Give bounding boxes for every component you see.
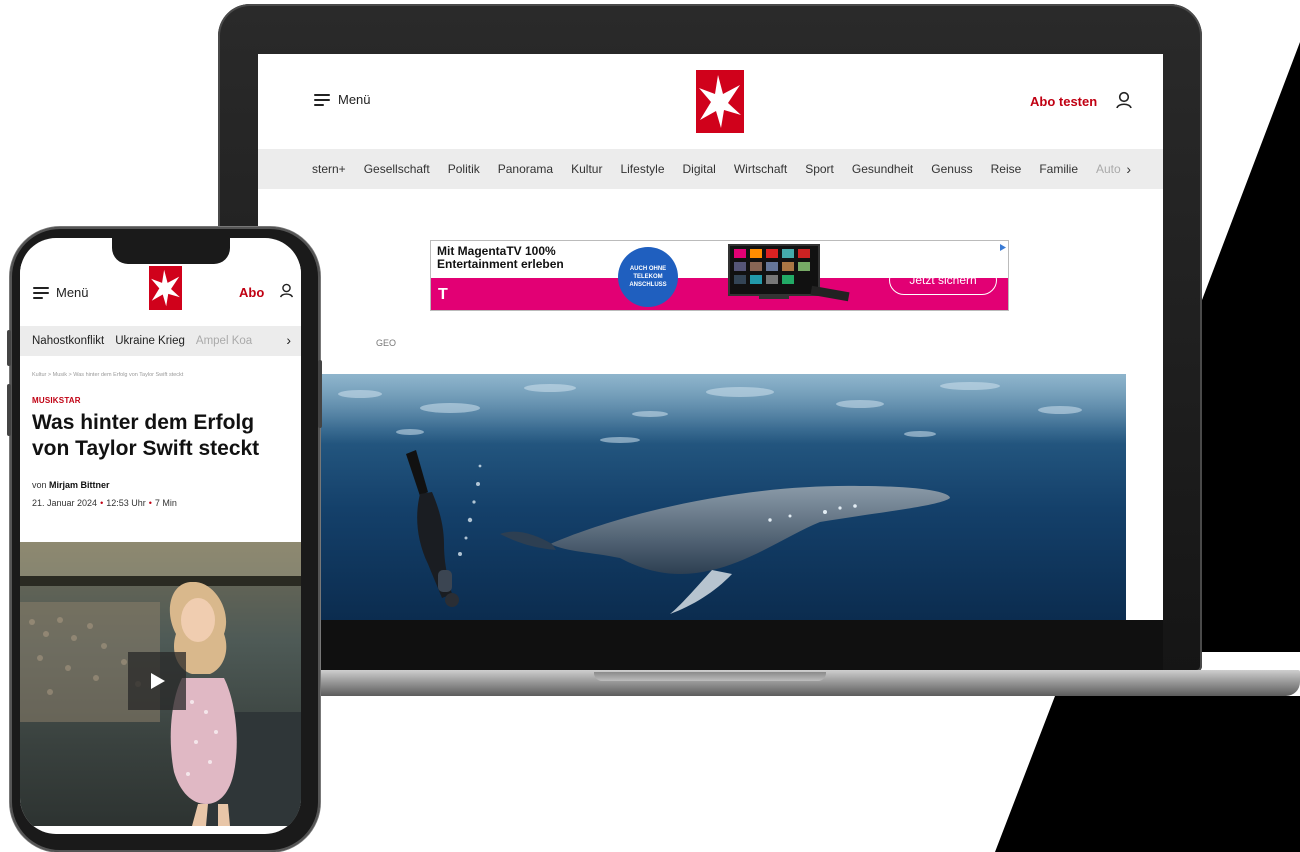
article-time: 12:53 Uhr (106, 498, 146, 508)
chevron-right-icon[interactable]: › (286, 332, 291, 348)
stern-logo[interactable] (149, 266, 182, 310)
ad-badge-line3: ANSCHLUSS (629, 282, 667, 288)
nav-item-panorama[interactable]: Panorama (498, 162, 553, 176)
play-button[interactable] (128, 652, 186, 710)
ad-badge: AUCH OHNE TELEKOM ANSCHLUSS (618, 247, 678, 307)
meta-separator: • (148, 498, 152, 508)
ad-badge-line1: AUCH OHNE (629, 266, 667, 272)
nav-item-gesellschaft[interactable]: Gesellschaft (364, 162, 430, 176)
adchoices-icon[interactable] (997, 242, 1008, 253)
phone-volume-button (7, 330, 11, 366)
nav-item-kultur[interactable]: Kultur (571, 162, 602, 176)
nav-item-sport[interactable]: Sport (805, 162, 834, 176)
hamburger-menu-icon (314, 93, 330, 106)
phone-power-button (318, 360, 322, 428)
nav-item-nahostkonflikt[interactable]: Nahostkonflikt (32, 335, 104, 347)
user-icon[interactable] (1115, 91, 1133, 109)
article-meta: 21. Januar 2024 • 12:53 Uhr • 7 Min (32, 498, 177, 508)
phone-volume-button (7, 384, 11, 436)
nav-item-politik[interactable]: Politik (448, 162, 480, 176)
ad-tv-stand (759, 295, 789, 299)
laptop-bezel (258, 620, 1163, 670)
telekom-logo: T (438, 286, 448, 303)
desktop-browser-viewport: Menü Abo testen stern+ Gesellschaft Poli… (258, 54, 1163, 620)
meta-separator: • (100, 498, 104, 508)
play-icon (151, 673, 165, 689)
laptop-hinge-notch (594, 672, 826, 681)
desktop-site-header: Menü Abo testen (258, 54, 1163, 149)
chevron-right-icon[interactable]: › (1126, 161, 1131, 177)
ad-tv-box-image (810, 285, 850, 302)
ad-tv-image (728, 244, 820, 296)
desktop-category-nav: stern+ Gesellschaft Politik Panorama Kul… (258, 149, 1163, 189)
breadcrumb[interactable]: Kultur > Musik > Was hinter dem Erfolg v… (32, 372, 183, 378)
hamburger-menu-icon (33, 286, 49, 299)
byline-prefix: von (32, 480, 47, 490)
mobile-site-header: Menü Abo (20, 264, 301, 316)
author-name[interactable]: Mirjam Bittner (49, 480, 110, 490)
nav-item-familie[interactable]: Familie (1039, 162, 1078, 176)
mobile-menu-button[interactable]: Menü (33, 285, 89, 300)
desktop-menu-button[interactable]: Menü (314, 92, 371, 107)
nav-item-genuss[interactable]: Genuss (931, 162, 972, 176)
mobile-menu-label: Menü (56, 285, 89, 300)
article-kicker: MUSIKSTAR (32, 396, 81, 405)
article-read-time: 7 Min (154, 498, 177, 508)
hero-image-whale-diver[interactable] (320, 374, 1126, 620)
article-date: 21. Januar 2024 (32, 498, 98, 508)
user-icon[interactable] (279, 283, 294, 298)
nav-item-wirtschaft[interactable]: Wirtschaft (734, 162, 787, 176)
section-label: GEO (376, 338, 397, 348)
nav-item-reise[interactable]: Reise (991, 162, 1022, 176)
article-byline: von Mirjam Bittner (32, 480, 110, 490)
nav-item-auto[interactable]: Auto (1096, 162, 1121, 176)
nav-item-ampel-koalition[interactable]: Ampel Koa (196, 335, 252, 347)
article-title: Was hinter dem Erfolg von Taylor Swift s… (32, 411, 260, 460)
ad-cta-button[interactable]: Jetzt sichern (889, 265, 997, 295)
stern-star-icon (151, 269, 180, 307)
mobile-abo-link[interactable]: Abo (239, 285, 264, 300)
article-video[interactable] (20, 542, 301, 826)
hero-illustration (320, 374, 1126, 614)
desktop-menu-label: Menü (338, 92, 371, 107)
nav-item-digital[interactable]: Digital (683, 162, 716, 176)
ad-banner-magentatv[interactable]: Mit MagentaTV 100% Entertainment erleben… (430, 240, 1009, 311)
stern-logo[interactable] (696, 70, 744, 133)
nav-item-ukraine-krieg[interactable]: Ukraine Krieg (115, 335, 185, 347)
nav-item-stern-plus[interactable]: stern+ (312, 162, 346, 176)
ad-headline: Mit MagentaTV 100% Entertainment erleben (437, 245, 564, 271)
mobile-viewport: Menü Abo Nahostkonflikt Ukraine Krieg Am… (20, 238, 301, 834)
ad-headline-line2: Entertainment erleben (437, 257, 564, 271)
ad-badge-line2: TELEKOM (633, 274, 663, 280)
mobile-topic-nav: Nahostkonflikt Ukraine Krieg Ampel Koa › (20, 326, 301, 356)
stern-star-icon (699, 75, 741, 128)
desktop-abo-link[interactable]: Abo testen (1030, 94, 1097, 109)
nav-item-lifestyle[interactable]: Lifestyle (620, 162, 664, 176)
nav-item-gesundheit[interactable]: Gesundheit (852, 162, 913, 176)
phone-notch (112, 238, 230, 264)
